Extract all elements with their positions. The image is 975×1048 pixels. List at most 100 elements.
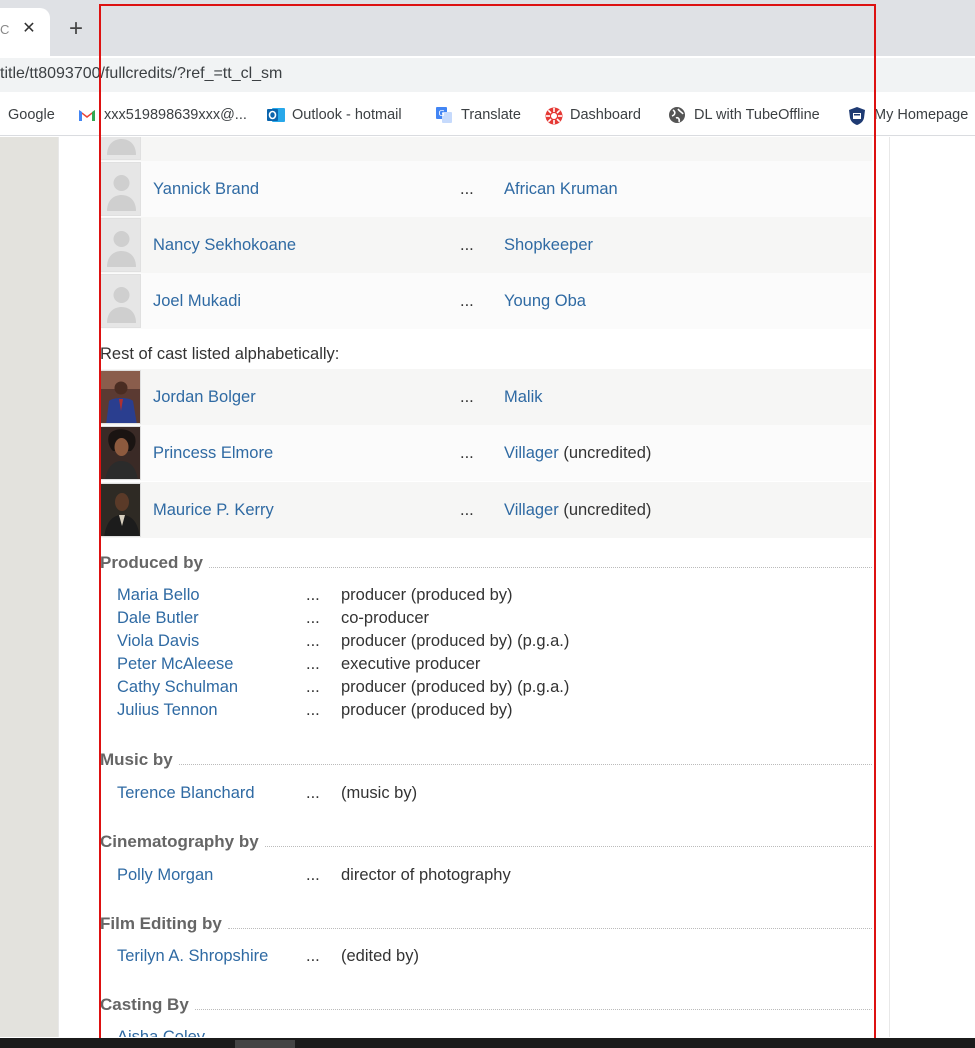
new-tab-icon[interactable]: + <box>64 17 88 42</box>
page-content: Yannick Brand ... African Kruman Nancy S… <box>0 137 975 1037</box>
character-cell: Villager (uncredited) <box>504 501 651 520</box>
ellipsis: ... <box>460 292 474 310</box>
crew-credit: (music by) <box>341 784 418 802</box>
bookmark-outlook[interactable]: Outlook - hotmail <box>266 104 402 126</box>
crew-row: Polly Morgan ... director of photography <box>117 866 857 888</box>
section-heading-produced: Produced by <box>100 552 872 574</box>
ellipsis: ... <box>306 866 320 884</box>
section-title: Casting By <box>100 995 189 1014</box>
crew-row: Maria Bello ... producer (produced by) <box>117 586 857 608</box>
character-cell: African Kruman <box>504 180 618 199</box>
dotted-rule <box>208 566 872 568</box>
crew-name-link[interactable]: Aisha Coley <box>117 1028 205 1037</box>
crew-credit: co-producer <box>341 609 430 627</box>
crew-credit: producer (produced by) (p.g.a.) <box>341 678 570 696</box>
bookmark-tubeoffline[interactable]: DL with TubeOffline <box>668 104 820 126</box>
bookmark-gmail[interactable]: xxx519898639xxx@... <box>78 104 247 126</box>
crew-credit: producer (produced by) (p.g.a.) <box>341 632 570 650</box>
actor-link[interactable]: Princess Elmore <box>153 444 273 463</box>
character-link[interactable]: Malik <box>504 388 543 406</box>
crew-name-link[interactable]: Polly Morgan <box>117 866 213 885</box>
section-title: Music by <box>100 750 173 769</box>
taskbar-item[interactable] <box>235 1040 295 1048</box>
section-heading-cinematography: Cinematography by <box>100 831 872 853</box>
bookmark-google[interactable]: Google <box>8 104 55 126</box>
ellipsis: ... <box>306 586 320 604</box>
bookmark-label: DL with TubeOffline <box>694 107 820 123</box>
bookmark-label: Dashboard <box>570 107 641 123</box>
crew-name-link[interactable]: Maria Bello <box>117 586 200 605</box>
character-cell: Villager (uncredited) <box>504 444 651 463</box>
url-text[interactable]: title/tt8093700/fullcredits/?ref_=tt_cl_… <box>0 65 282 83</box>
bookmark-label: Google <box>8 107 55 123</box>
crew-name-link[interactable]: Cathy Schulman <box>117 678 238 697</box>
actor-photo[interactable] <box>100 483 141 537</box>
character-link[interactable]: Shopkeeper <box>504 236 593 254</box>
ellipsis: ... <box>460 444 474 462</box>
cast-row: Jordan Bolger ... Malik <box>100 369 872 425</box>
crew-row: Peter McAleese ... executive producer <box>117 655 857 677</box>
avatar-placeholder-icon[interactable] <box>100 218 141 272</box>
gutter-divider <box>58 137 59 1037</box>
cast-row: Yannick Brand ... African Kruman <box>100 161 872 217</box>
translate-icon: G <box>435 106 453 124</box>
crew-credit: producer (produced by) <box>341 586 513 604</box>
crew-credit: executive producer <box>341 655 481 673</box>
crew-name-link[interactable]: Julius Tennon <box>117 701 218 720</box>
ellipsis: ... <box>306 655 320 673</box>
bookmark-label: Translate <box>461 107 521 123</box>
avatar-placeholder-icon[interactable] <box>100 274 141 328</box>
ellipsis: ... <box>306 632 320 650</box>
crew-credit: (edited by) <box>341 947 419 965</box>
ellipsis: ... <box>460 501 474 519</box>
bookmark-translate[interactable]: G Translate <box>435 104 521 126</box>
actor-link[interactable]: Nancy Sekhokoane <box>153 236 296 255</box>
crew-row: Julius Tennon ... producer (produced by) <box>117 701 857 723</box>
actor-link[interactable]: Joel Mukadi <box>153 292 241 311</box>
outlook-icon <box>266 106 285 124</box>
dotted-rule <box>264 845 872 847</box>
character-link[interactable]: Young Oba <box>504 292 586 310</box>
actor-photo[interactable] <box>100 370 141 424</box>
character-link[interactable]: Villager <box>504 444 559 462</box>
crew-row: Cathy Schulman ... producer (produced by… <box>117 678 857 700</box>
cast-row: Maurice P. Kerry ... Villager (uncredite… <box>100 482 872 538</box>
bookmark-dashboard[interactable]: Dashboard <box>544 104 641 126</box>
ellipsis: ... <box>306 947 320 965</box>
bookmark-label: xxx519898639xxx@... <box>104 107 247 123</box>
character-link[interactable]: African Kruman <box>504 180 618 198</box>
ellipsis: ... <box>460 388 474 406</box>
actor-link[interactable]: Jordan Bolger <box>153 388 256 407</box>
crew-row: Aisha Coley <box>117 1028 857 1037</box>
character-note: (uncredited) <box>563 501 652 519</box>
crew-credit: producer (produced by) <box>341 701 513 719</box>
actor-photo[interactable] <box>100 426 141 480</box>
close-icon[interactable]: ✕ <box>20 20 38 38</box>
character-cell: Young Oba <box>504 292 586 311</box>
ellipsis: ... <box>306 609 320 627</box>
section-title: Cinematography by <box>100 832 259 851</box>
svg-text:G: G <box>439 109 445 118</box>
browser-tab[interactable]: Ca ✕ <box>0 8 50 56</box>
address-bar: title/tt8093700/fullcredits/?ref_=tt_cl_… <box>0 56 975 94</box>
actor-link[interactable]: Yannick Brand <box>153 180 259 199</box>
avatar-placeholder-icon[interactable] <box>100 162 141 216</box>
character-cell: Malik <box>504 388 543 407</box>
cast-row: Nancy Sekhokoane ... Shopkeeper <box>100 217 872 273</box>
ellipsis: ... <box>460 236 474 254</box>
section-title: Produced by <box>100 553 203 572</box>
ellipsis: ... <box>460 180 474 198</box>
avatar-placeholder-icon <box>100 137 141 160</box>
crew-name-link[interactable]: Dale Butler <box>117 609 199 628</box>
bookmark-homepage[interactable]: My Homepage <box>848 104 968 126</box>
rest-of-cast-label: Rest of cast listed alphabetically: <box>100 345 340 363</box>
ellipsis: ... <box>306 678 320 696</box>
crew-name-link[interactable]: Terence Blanchard <box>117 784 255 803</box>
crew-name-link[interactable]: Terilyn A. Shropshire <box>117 947 268 966</box>
crew-name-link[interactable]: Viola Davis <box>117 632 199 651</box>
actor-link[interactable]: Maurice P. Kerry <box>153 501 274 520</box>
crew-name-link[interactable]: Peter McAleese <box>117 655 233 674</box>
character-link[interactable]: Villager <box>504 501 559 519</box>
section-heading-editing: Film Editing by <box>100 913 872 935</box>
bookmark-label: Outlook - hotmail <box>292 107 402 123</box>
